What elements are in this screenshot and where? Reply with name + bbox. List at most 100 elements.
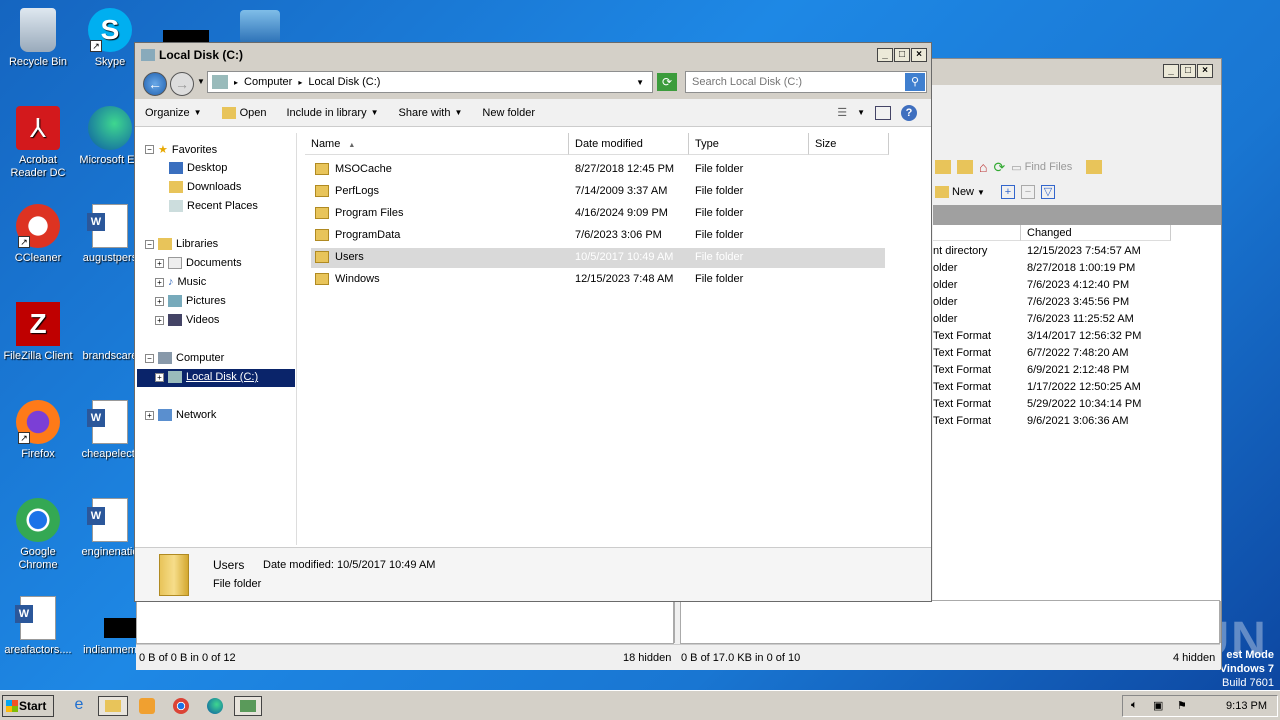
winscp-taskbar-icon[interactable]: [234, 696, 262, 716]
areafactors-shortcut[interactable]: W areafactors....: [0, 596, 76, 657]
explorer-taskbar-icon[interactable]: [98, 696, 128, 716]
maximize-button[interactable]: □: [1180, 64, 1196, 78]
flag-icon[interactable]: ⚑: [1177, 699, 1187, 712]
include-library-button[interactable]: Include in library ▼: [276, 107, 388, 119]
remote-file-row[interactable]: Text Format 5/29/2022 10:34:14 PM: [933, 396, 1221, 413]
refresh-button[interactable]: ⟳: [657, 73, 677, 91]
remote-file-row[interactable]: older 8/27/2018 1:00:19 PM: [933, 260, 1221, 277]
back-button[interactable]: ←: [143, 72, 167, 96]
chevron-right-icon[interactable]: ▸: [234, 78, 238, 87]
parent-folder-icon[interactable]: [935, 160, 951, 174]
col-date[interactable]: Date modified: [569, 133, 689, 155]
remote-file-row[interactable]: older 7/6/2023 11:25:52 AM: [933, 311, 1221, 328]
search-box[interactable]: ⚲: [685, 71, 927, 93]
nav-computer[interactable]: − Computer: [145, 352, 224, 364]
col-type[interactable]: [933, 225, 1021, 241]
nav-desktop[interactable]: Desktop: [169, 162, 227, 174]
nav-local-disk[interactable]: + Local Disk (C:): [155, 371, 258, 383]
clock[interactable]: 9:13 PM: [1226, 700, 1267, 712]
plus-icon[interactable]: +: [1000, 185, 1015, 199]
expand-icon[interactable]: +: [145, 410, 154, 420]
col-name[interactable]: Name ▲: [305, 133, 569, 155]
sync-icon[interactable]: [1086, 160, 1103, 174]
close-button[interactable]: ×: [911, 48, 927, 62]
acrobat-shortcut[interactable]: ⅄ Acrobat Reader DC: [0, 106, 76, 180]
firefox-shortcut[interactable]: ↗ Firefox: [0, 400, 76, 461]
expand-icon[interactable]: +: [155, 258, 164, 268]
nav-videos[interactable]: + Videos: [155, 314, 219, 326]
remote-file-row[interactable]: nt directory 12/15/2023 7:54:57 AM: [933, 243, 1221, 260]
expand-icon[interactable]: +: [155, 296, 164, 306]
file-row[interactable]: PerfLogs 7/14/2009 3:37 AM File folder: [311, 182, 885, 202]
view-list-icon[interactable]: ☰: [837, 106, 847, 119]
explorer-titlebar[interactable]: Local Disk (C:) _ □ ×: [135, 43, 931, 67]
collapse-icon[interactable]: −: [145, 145, 154, 154]
recycle-bin-shortcut[interactable]: Recycle Bin: [0, 8, 76, 69]
expand-icon[interactable]: +: [155, 277, 164, 287]
filter-icon[interactable]: ▽: [1040, 185, 1055, 199]
remote-file-row[interactable]: Text Format 6/7/2022 7:48:20 AM: [933, 345, 1221, 362]
nav-favorites[interactable]: − ★ Favorites: [145, 143, 217, 156]
share-with-button[interactable]: Share with ▼: [389, 107, 473, 119]
ccleaner-shortcut[interactable]: ↗ CCleaner: [0, 204, 76, 265]
remote-file-row[interactable]: older 7/6/2023 3:45:56 PM: [933, 294, 1221, 311]
expand-icon[interactable]: +: [155, 372, 164, 382]
collapse-icon[interactable]: −: [145, 239, 154, 249]
minimize-button[interactable]: _: [1163, 64, 1179, 78]
nav-documents[interactable]: + Documents: [155, 257, 242, 269]
maximize-button[interactable]: □: [894, 48, 910, 62]
remote-file-row[interactable]: Text Format 6/9/2021 2:12:48 PM: [933, 362, 1221, 379]
remote-file-row[interactable]: Text Format 3/14/2017 12:56:32 PM: [933, 328, 1221, 345]
explorer-window[interactable]: Local Disk (C:) _ □ × ← → ▼ ▸ Computer ▸…: [134, 42, 932, 602]
open-button[interactable]: Open: [212, 106, 277, 119]
search-icon[interactable]: ⚲: [905, 73, 925, 91]
file-row[interactable]: Windows 12/15/2023 7:48 AM File folder: [311, 270, 885, 290]
start-button[interactable]: Start: [2, 695, 54, 717]
minimize-button[interactable]: _: [877, 48, 893, 62]
nav-network[interactable]: + Network: [145, 409, 216, 421]
home-icon[interactable]: ⌂: [979, 159, 987, 175]
new-button[interactable]: New ▼: [935, 186, 985, 198]
nav-music[interactable]: + ♪ Music: [155, 276, 206, 288]
file-row[interactable]: Users 10/5/2017 10:49 AM File folder: [311, 248, 885, 268]
ie-icon[interactable]: e: [68, 696, 90, 716]
find-files-button[interactable]: ▭ Find Files: [1011, 161, 1072, 174]
network-tray-icon[interactable]: ▣: [1153, 699, 1163, 712]
breadcrumb-computer[interactable]: Computer: [244, 76, 292, 88]
nav-recent[interactable]: Recent Places: [169, 200, 258, 212]
filezilla-shortcut[interactable]: Z FileZilla Client: [0, 302, 76, 363]
media-player-icon[interactable]: [136, 696, 158, 716]
address-bar[interactable]: ▸ Computer ▸ Local Disk (C:) ▼: [207, 71, 653, 93]
col-changed[interactable]: Changed: [1021, 225, 1171, 241]
organize-button[interactable]: Organize ▼: [135, 107, 212, 119]
root-folder-icon[interactable]: [957, 160, 973, 174]
new-folder-button[interactable]: New folder: [472, 107, 545, 119]
chrome-taskbar-icon[interactable]: [170, 696, 192, 716]
col-type[interactable]: Type: [689, 133, 809, 155]
expand-icon[interactable]: +: [155, 315, 164, 325]
breadcrumb-local-disk[interactable]: Local Disk (C:): [308, 76, 380, 88]
remote-file-row[interactable]: Text Format 9/6/2021 3:06:36 AM: [933, 413, 1221, 430]
chrome-shortcut[interactable]: Google Chrome: [0, 498, 76, 572]
address-dropdown-icon[interactable]: ▼: [636, 78, 644, 87]
close-button[interactable]: ×: [1197, 64, 1213, 78]
search-input[interactable]: [686, 72, 900, 92]
forward-button[interactable]: →: [170, 72, 194, 96]
nav-downloads[interactable]: Downloads: [169, 181, 241, 193]
nav-libraries[interactable]: − Libraries: [145, 238, 218, 250]
file-row[interactable]: Program Files 4/16/2024 9:09 PM File folde…: [311, 204, 885, 224]
preview-pane-icon[interactable]: [875, 105, 891, 120]
volume-icon[interactable]: 🔈︎: [1131, 699, 1138, 712]
edge-taskbar-icon[interactable]: [204, 696, 226, 716]
minus-icon[interactable]: −: [1020, 185, 1035, 199]
remote-file-row[interactable]: older 7/6/2023 4:12:40 PM: [933, 277, 1221, 294]
col-size[interactable]: Size: [809, 133, 889, 155]
file-row[interactable]: MSOCache 8/27/2018 12:45 PM File folder: [311, 160, 885, 180]
refresh-icon[interactable]: ⟳: [993, 159, 1005, 176]
remote-file-row[interactable]: Text Format 1/17/2022 12:50:25 AM: [933, 379, 1221, 396]
recent-pages-chevron-icon[interactable]: ▼: [197, 77, 205, 86]
nav-pictures[interactable]: + Pictures: [155, 295, 226, 307]
chevron-down-icon[interactable]: ▼: [857, 108, 865, 117]
collapse-icon[interactable]: −: [145, 353, 154, 363]
file-row[interactable]: ProgramData 7/6/2023 3:06 PM File folder: [311, 226, 885, 246]
